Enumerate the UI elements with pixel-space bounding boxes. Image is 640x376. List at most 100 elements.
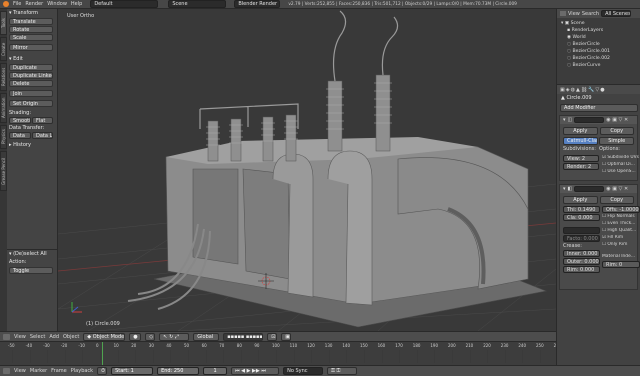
outliner-item-beziercircle-001[interactable]: ◌ BezierCircle.001: [561, 48, 638, 55]
preview-range-toggle[interactable]: ⏱: [97, 367, 108, 375]
menu-view[interactable]: View: [14, 334, 26, 340]
history-panel-header[interactable]: ▸ History: [7, 141, 57, 149]
editor-type-icon[interactable]: [3, 333, 10, 340]
orientation-selector[interactable]: Global: [193, 332, 220, 341]
render-preview-button[interactable]: ▣: [281, 332, 292, 341]
outliner-item-beziercurve[interactable]: ◌ BezierCurve: [561, 62, 638, 69]
3d-viewport[interactable]: User Ortho (1) Circle.009: [58, 9, 556, 331]
collapse-icon[interactable]: ▾: [563, 117, 566, 123]
rim-crease-field[interactable]: Rim: 0.000: [563, 266, 600, 273]
modifier-name-field[interactable]: [574, 117, 605, 123]
high-quality-checkbox[interactable]: ☐ High Qualit...: [602, 228, 640, 235]
sync-selector[interactable]: No Sync: [283, 367, 324, 375]
subsurf-copy-button[interactable]: Copy: [599, 127, 634, 135]
timeline-menu-view[interactable]: View: [14, 368, 26, 374]
timeline-editor-icon[interactable]: [3, 368, 10, 374]
modifier-tab-icon[interactable]: 🔧: [588, 87, 594, 93]
outliner-tab-search[interactable]: Search: [582, 11, 599, 17]
outer-field[interactable]: Outer: 0.000: [563, 258, 600, 265]
menu-help[interactable]: Help: [71, 1, 82, 7]
timeline-menu-playback[interactable]: Playback: [71, 368, 93, 374]
tab-grease-pencil[interactable]: Grease Pencil: [0, 151, 7, 191]
outliner-item-beziercircle-002[interactable]: ◌ BezierCircle.002: [561, 55, 638, 62]
view-levels-field[interactable]: View: 2: [563, 155, 599, 162]
scale-button[interactable]: Scale: [9, 34, 53, 41]
blender-logo-icon[interactable]: [3, 1, 9, 7]
manipulator-toggle[interactable]: ↖ ↻ ⤢: [159, 332, 190, 341]
tab-animation[interactable]: Animation: [0, 93, 7, 123]
smooth-button[interactable]: Smooth: [9, 117, 31, 124]
menu-render[interactable]: Render: [25, 1, 43, 7]
only-rim-checkbox[interactable]: ☐ Only Rim: [602, 242, 640, 249]
join-button[interactable]: Join: [9, 90, 53, 97]
modifier-name-field[interactable]: [574, 186, 605, 192]
flip-normals-checkbox[interactable]: ☐ Flip Normals: [602, 214, 640, 221]
menu-select[interactable]: Select: [30, 334, 45, 340]
outliner-item-renderlayers[interactable]: ▪ RenderLayers: [561, 27, 638, 34]
current-frame-field[interactable]: 1: [203, 367, 228, 375]
delete-button[interactable]: Delete: [9, 80, 53, 87]
end-frame-field[interactable]: End: 250: [157, 367, 200, 375]
rim-material-field[interactable]: Rim: 0: [602, 261, 640, 268]
subdivide-uvs-checkbox[interactable]: ☑ Subdivide UVs: [602, 155, 640, 162]
snap-toggle[interactable]: ⊡: [267, 332, 278, 341]
keying-set-toggle[interactable]: ⚿ ⚿: [327, 367, 358, 375]
factor-field[interactable]: Facto: 0.000: [563, 235, 600, 242]
set-origin-dropdown[interactable]: Set Origin: [9, 100, 53, 107]
flat-button[interactable]: Flat: [32, 117, 53, 124]
menu-object[interactable]: Object: [63, 334, 79, 340]
offset-field[interactable]: Offs: -1.0000: [602, 206, 640, 213]
render-tab-icon[interactable]: ▣: [560, 87, 565, 93]
data-button[interactable]: Data: [9, 132, 31, 139]
simple-button[interactable]: Simple: [599, 137, 634, 145]
thickness-field[interactable]: Thi: 0.1490: [563, 206, 600, 213]
world-tab-icon[interactable]: ◍: [571, 87, 575, 93]
layout-selector[interactable]: Default: [90, 0, 159, 8]
even-thickness-checkbox[interactable]: ☐ Even Thick...: [602, 221, 640, 228]
visibility-icons[interactable]: ◉ ▣ ▽ ✕: [606, 117, 628, 123]
tab-tools[interactable]: Tools: [0, 11, 7, 35]
render-levels-field[interactable]: Render: 2: [563, 163, 599, 170]
start-frame-field[interactable]: Start: 1: [111, 367, 154, 375]
material-tab-icon[interactable]: ●: [600, 87, 604, 93]
outliner-tab-view[interactable]: View: [568, 11, 580, 17]
timeline-ruler[interactable]: -50 -40 -30 -20 -10 0 10 20 30 40 50 60 70 80 90 100 110…: [0, 341, 561, 366]
object-tab-icon[interactable]: ▲: [576, 87, 580, 93]
outliner-item-scene[interactable]: ▾ ▣ Scene: [561, 20, 638, 27]
outliner-editor-icon[interactable]: [560, 11, 566, 16]
menu-file[interactable]: File: [13, 1, 21, 7]
tab-physics[interactable]: Physics: [0, 125, 7, 149]
viewport-shading-selector[interactable]: ●: [129, 332, 142, 341]
mirror-button[interactable]: Mirror: [9, 44, 53, 51]
outliner-display-mode[interactable]: All Scenes: [601, 10, 632, 17]
duplicate-linked-button[interactable]: Duplicate Linked: [9, 72, 53, 79]
collapse-icon[interactable]: ▾: [563, 186, 566, 192]
timeline-menu-frame[interactable]: Frame: [51, 368, 67, 374]
outliner-item-world[interactable]: ◉ World: [561, 34, 638, 41]
subsurf-header[interactable]: ▾ ◫ ◉ ▣ ▽ ✕: [560, 116, 637, 124]
solidify-apply-button[interactable]: Apply: [563, 196, 598, 204]
translate-button[interactable]: Translate: [9, 18, 53, 25]
duplicate-button[interactable]: Duplicate: [9, 64, 53, 71]
scene-selector[interactable]: Scene: [168, 0, 227, 8]
timeline-menu-marker[interactable]: Marker: [30, 368, 47, 374]
layers-widget[interactable]: ▪▪▪▪▪ ▪▪▪▪▪: [223, 332, 264, 341]
scene-tab-icon[interactable]: ◈: [566, 87, 570, 93]
outliner-item-beziercircle[interactable]: ◌ BezierCircle: [561, 41, 638, 48]
transform-panel-header[interactable]: ▾ Transform: [7, 9, 57, 17]
visibility-icons[interactable]: ◉ ▣ ▽ ✕: [606, 186, 628, 192]
use-opensubdiv-checkbox[interactable]: ☐ Use OpenS...: [602, 169, 640, 176]
clamp-field[interactable]: Cla: 0.000: [563, 214, 600, 221]
constraints-tab-icon[interactable]: ⛓: [581, 87, 587, 93]
fill-rim-checkbox[interactable]: ☑ Fill Rim: [602, 235, 640, 242]
rotate-button[interactable]: Rotate: [9, 26, 53, 33]
catmull-clark-button[interactable]: Catmull-Clark: [563, 137, 599, 145]
solidify-header[interactable]: ▾ ◧ ◉ ▣ ▽ ✕: [560, 185, 637, 193]
add-modifier-dropdown[interactable]: Add Modifier: [560, 104, 638, 112]
pivot-selector[interactable]: ◇: [145, 332, 156, 341]
tab-relations[interactable]: Relations: [0, 63, 7, 91]
last-operator-header[interactable]: ▾ (De)select All: [7, 250, 57, 258]
inner-field[interactable]: Inner: 0.000: [563, 250, 600, 257]
menu-window[interactable]: Window: [47, 1, 67, 7]
render-engine-selector[interactable]: Blender Render: [234, 0, 281, 8]
